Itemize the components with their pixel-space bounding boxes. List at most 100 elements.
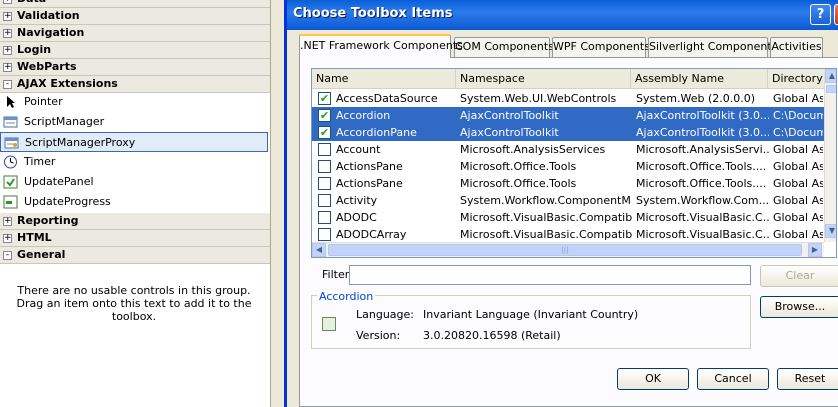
cell-namespace: Microsoft.VisualBasic.Compatibi... — [460, 228, 632, 241]
toolbox-item-scriptmanager[interactable]: ScriptManager — [0, 112, 268, 132]
component-info-title: Accordion — [317, 290, 376, 303]
help-button[interactable]: ? — [810, 4, 831, 25]
toolbox-group-ajax-extensions[interactable]: - AJAX Extensions — [0, 76, 270, 93]
toolbox-item-updatepanel[interactable]: UpdatePanel — [0, 172, 268, 192]
component-checkbox[interactable]: ✔ — [318, 92, 331, 105]
column-header-label: Name — [316, 72, 349, 85]
clear-button[interactable]: Clear — [760, 265, 838, 287]
collapse-icon[interactable]: - — [3, 80, 12, 89]
component-checkbox[interactable] — [318, 194, 331, 207]
column-header-label: Directory — [772, 72, 823, 85]
expand-icon[interactable]: + — [3, 0, 12, 4]
component-row[interactable]: ✔ Accordion AjaxControlToolkit AjaxControlT… — [312, 107, 824, 124]
toolbox-group-label: Validation — [17, 9, 80, 22]
expand-icon[interactable]: + — [3, 29, 12, 38]
horizontal-scrollbar[interactable]: ◀ ||| ▶ — [312, 242, 824, 257]
expand-icon[interactable]: + — [3, 63, 12, 72]
cell-assembly: AjaxControlToolkit (3.0.... — [636, 126, 769, 139]
tab-net-framework-components[interactable]: .NET Framework Components — [299, 34, 463, 58]
toolbox-group-label: Login — [17, 43, 52, 56]
expand-icon[interactable]: + — [3, 217, 12, 226]
component-checkbox[interactable] — [318, 160, 331, 173]
tab-silverlight-components[interactable]: Silverlight Components — [648, 37, 777, 57]
close-button[interactable]: ✕ — [834, 4, 838, 25]
toolbox-group-navigation[interactable]: + Navigation — [0, 25, 270, 42]
panel-splitter[interactable] — [270, 0, 284, 407]
component-row[interactable]: ADODCArray Microsoft.VisualBasic.Compatib… — [312, 226, 824, 243]
browse-button[interactable]: Browse... — [760, 296, 838, 318]
component-checkbox[interactable] — [318, 177, 331, 190]
vertical-scroll-thumb[interactable] — [826, 85, 836, 93]
toolbox-item-label: UpdatePanel — [24, 175, 94, 188]
expand-icon[interactable]: + — [3, 46, 12, 55]
filter-input[interactable] — [349, 265, 751, 285]
toolbox-group-label: Reporting — [17, 214, 79, 227]
component-checkbox[interactable]: ✔ — [318, 126, 331, 139]
toolbox-group-validation[interactable]: + Validation — [0, 8, 270, 25]
expand-icon[interactable]: + — [3, 234, 12, 243]
column-header-directory[interactable]: Directory — [768, 69, 828, 89]
component-checkbox[interactable]: ✔ — [318, 109, 331, 122]
component-row[interactable]: ADODC Microsoft.VisualBasic.Compatibi... M… — [312, 209, 824, 226]
component-checkbox[interactable] — [318, 143, 331, 156]
column-header-assembly-name[interactable]: Assembly Name — [631, 69, 768, 89]
column-header-namespace[interactable]: Namespace — [456, 69, 631, 89]
component-row[interactable]: ✔ AccordionPane AjaxControlToolkit AjaxCont… — [312, 124, 824, 141]
tab-label: WPF Components — [553, 40, 650, 53]
component-checkbox[interactable] — [318, 228, 331, 241]
toolbox-item-updateprogress[interactable]: UpdateProgress — [0, 192, 268, 212]
toolbox-group-label: Data — [17, 0, 46, 7]
cancel-button[interactable]: Cancel — [697, 368, 769, 390]
version-label: Version: — [356, 329, 401, 342]
scroll-down-icon[interactable]: ▼ — [825, 224, 836, 238]
tab-label: .NET Framework Components — [300, 39, 463, 52]
reset-button[interactable]: Reset — [777, 368, 838, 390]
dialog-title: Choose Toolbox Items — [293, 6, 453, 21]
toolbox-item-label: ScriptManager — [24, 115, 105, 128]
toolbox-group-webparts[interactable]: + WebParts — [0, 59, 270, 76]
cell-directory: Global Ass — [773, 194, 823, 207]
tab-wpf-components[interactable]: WPF Components — [552, 37, 650, 57]
tab-activities[interactable]: Activities — [770, 37, 823, 57]
toolbox-item-scriptmanagerproxy[interactable]: ScriptManagerProxy — [0, 132, 268, 152]
components-list[interactable]: Name Namespace Assembly Name Directory ✔… — [311, 68, 837, 258]
cell-assembly: Microsoft.VisualBasic.C... — [636, 228, 769, 241]
toolbox-item-label: UpdateProgress — [24, 195, 111, 208]
component-row[interactable]: ActionsPane Microsoft.Office.Tools Microso… — [312, 175, 824, 192]
empty-group-message[interactable]: There are no usable controls in this gro… — [6, 284, 262, 323]
toolbox-group-html[interactable]: + HTML — [0, 230, 270, 247]
scroll-left-icon[interactable]: ◀ — [312, 243, 326, 257]
scroll-right-icon[interactable]: ▶ — [808, 243, 822, 257]
cell-assembly: System.Workflow.Com... — [636, 194, 769, 207]
cell-directory: Global Ass — [773, 177, 823, 190]
vertical-scrollbar[interactable]: ▲ ▼ — [824, 69, 836, 242]
toolbox-group-reporting[interactable]: + Reporting — [0, 213, 270, 230]
toolbox-group-general[interactable]: - General — [0, 247, 270, 264]
toolbox-item-timer[interactable]: Timer — [0, 152, 268, 172]
expand-icon[interactable]: + — [3, 12, 12, 21]
tab-com-components[interactable]: COM Components — [454, 37, 554, 57]
toolbox-group-label: General — [17, 248, 66, 261]
scroll-up-icon[interactable]: ▲ — [825, 69, 836, 83]
cell-assembly: Microsoft.Office.Tools.... — [636, 160, 767, 173]
collapse-icon[interactable]: - — [3, 251, 12, 260]
ok-button[interactable]: OK — [617, 368, 689, 390]
update-panel-icon — [3, 175, 18, 189]
component-row[interactable]: Activity System.Workflow.ComponentM... Sys… — [312, 192, 824, 209]
toolbox-item-pointer[interactable]: Pointer — [0, 92, 268, 112]
toolbox-group-login[interactable]: + Login — [0, 42, 270, 59]
component-row[interactable]: Account Microsoft.AnalysisServices Microso… — [312, 141, 824, 158]
version-value: 3.0.20820.16598 (Retail) — [423, 329, 561, 342]
component-row[interactable]: ActionsPane Microsoft.Office.Tools Microso… — [312, 158, 824, 175]
dialog-title-bar[interactable]: Choose Toolbox Items ? ✕ — [287, 0, 838, 30]
component-checkbox[interactable] — [318, 211, 331, 224]
cell-namespace: System.Web.UI.WebControls — [460, 92, 617, 105]
component-icon — [322, 317, 336, 331]
language-value: Invariant Language (Invariant Country) — [423, 308, 639, 321]
toolbox-group-data[interactable]: + Data — [0, 0, 270, 8]
horizontal-scroll-thumb[interactable]: ||| — [328, 244, 802, 256]
component-row[interactable]: ✔ AccessDataSource System.Web.UI.WebContro… — [312, 90, 824, 107]
cell-name: Activity — [336, 194, 378, 207]
column-header-name[interactable]: Name — [312, 69, 456, 89]
timer-icon — [3, 155, 18, 169]
